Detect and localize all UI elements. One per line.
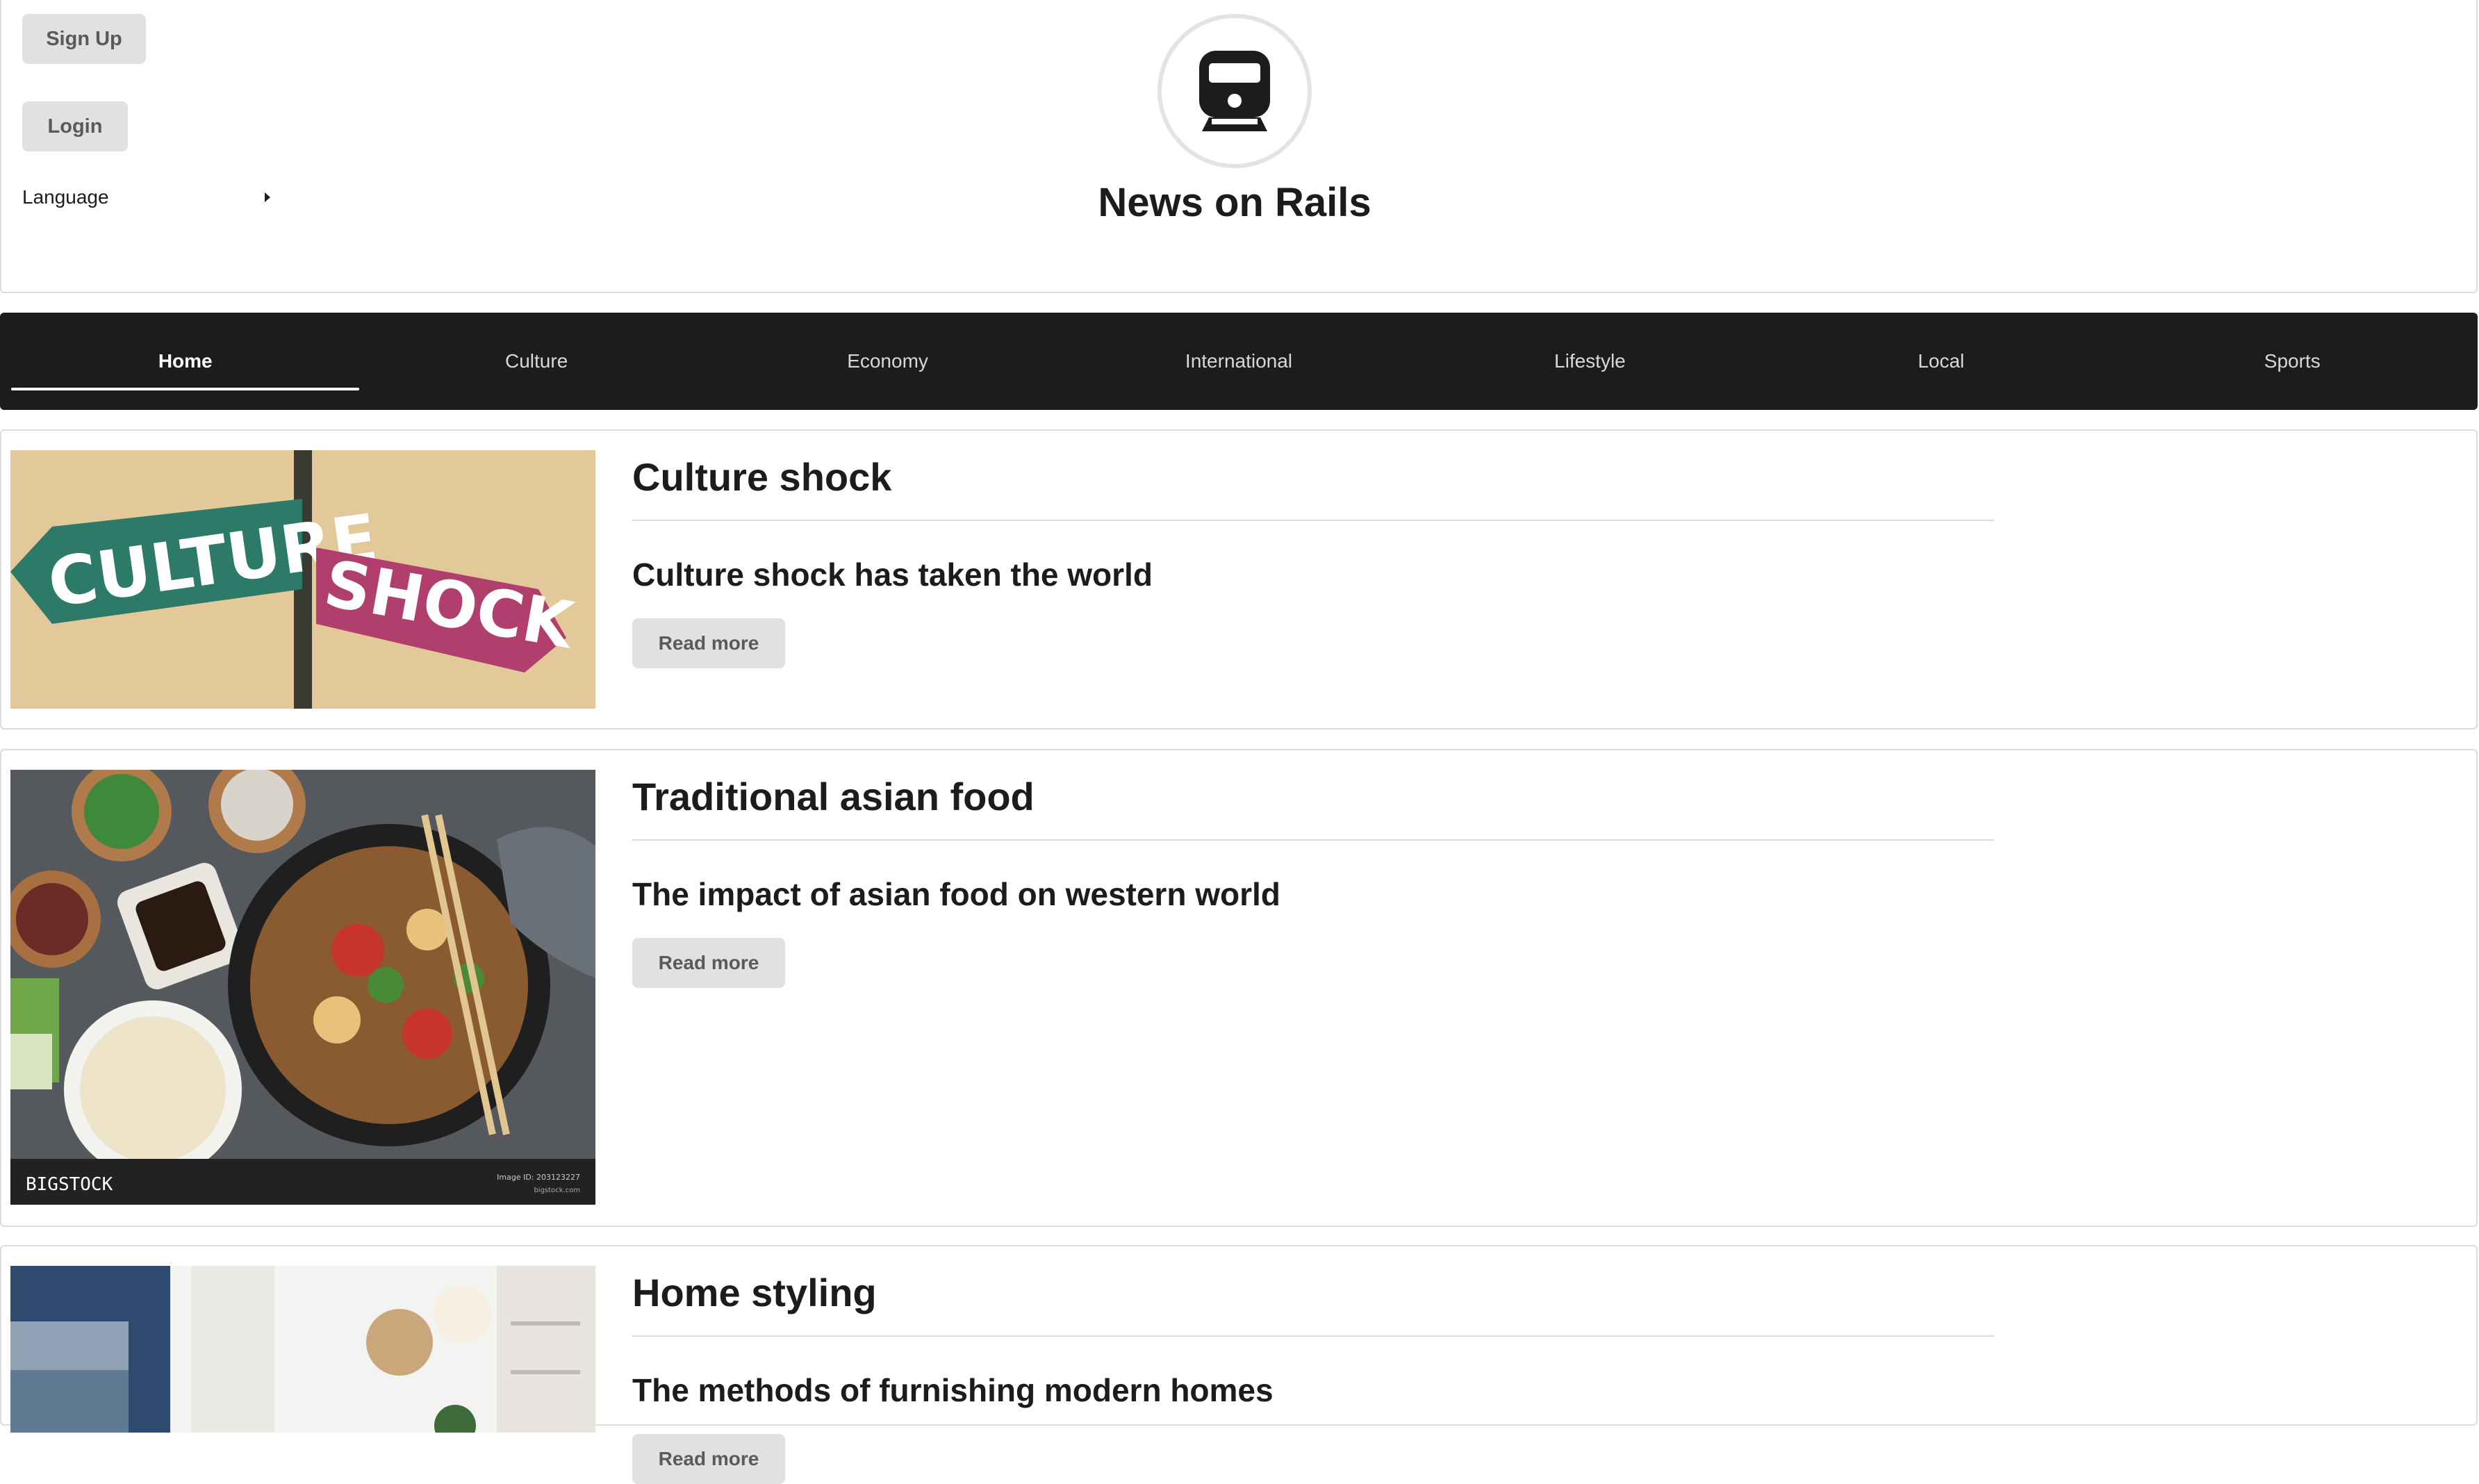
article-card: Home styling The methods of furnishing m… <box>0 1245 2478 1484</box>
article-image[interactable] <box>10 1266 595 1433</box>
article-image[interactable]: BIGSTOCK Image ID: 203123227 bigstock.co… <box>10 770 595 1205</box>
divider <box>632 520 1994 521</box>
watermark-text: BIGSTOCK <box>26 1174 113 1195</box>
read-more-button[interactable]: Read more <box>632 938 785 988</box>
article-title[interactable]: Home styling <box>632 1270 877 1315</box>
nav-item-home[interactable]: Home <box>10 313 361 410</box>
language-label: Language <box>22 186 109 208</box>
nav-item-sports[interactable]: Sports <box>2117 313 2468 410</box>
signup-button[interactable]: Sign Up <box>22 14 146 64</box>
nav-item-international[interactable]: International <box>1063 313 1414 410</box>
language-dropdown[interactable]: Language <box>22 182 272 213</box>
image-site-text: bigstock.com <box>534 1187 580 1194</box>
site-header: Sign Up Login Language News on Rails <box>0 0 2478 293</box>
article-description: The methods of furnishing modern homes <box>632 1372 1274 1408</box>
caret-right-icon <box>265 192 270 202</box>
nav-item-culture[interactable]: Culture <box>361 313 711 410</box>
article-card: CULTURE SHOCK Culture shock Culture shoc… <box>0 429 2478 729</box>
site-logo[interactable] <box>1158 14 1312 168</box>
article-description: The impact of asian food on western worl… <box>632 876 1280 912</box>
divider <box>632 839 1994 841</box>
article-description: Culture shock has taken the world <box>632 556 1153 593</box>
divider <box>632 1335 1994 1337</box>
train-icon <box>1199 51 1270 131</box>
read-more-button[interactable]: Read more <box>632 618 785 668</box>
article-image[interactable]: CULTURE SHOCK <box>10 450 595 709</box>
site-title[interactable]: News on Rails <box>905 179 1565 226</box>
read-more-button[interactable]: Read more <box>632 1434 785 1484</box>
nav-item-local[interactable]: Local <box>1765 313 2116 410</box>
main-nav: Home Culture Economy International Lifes… <box>0 313 2478 410</box>
nav-item-economy[interactable]: Economy <box>712 313 1063 410</box>
nav-item-lifestyle[interactable]: Lifestyle <box>1415 313 1765 410</box>
article-card: BIGSTOCK Image ID: 203123227 bigstock.co… <box>0 749 2478 1227</box>
image-id-text: Image ID: 203123227 <box>497 1173 580 1182</box>
article-title[interactable]: Traditional asian food <box>632 774 1035 819</box>
article-title[interactable]: Culture shock <box>632 454 891 500</box>
login-button[interactable]: Login <box>22 101 128 151</box>
